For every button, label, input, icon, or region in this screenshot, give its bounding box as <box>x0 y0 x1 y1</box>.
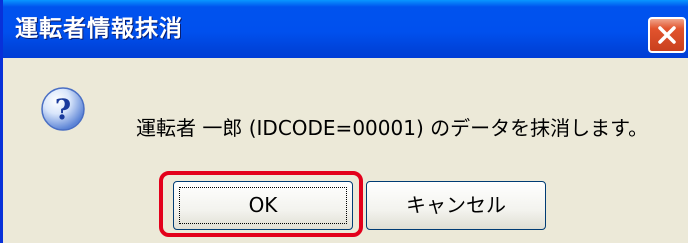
question-icon: ? <box>41 87 85 131</box>
cancel-button-label: キャンセル <box>406 193 506 217</box>
svg-text:?: ? <box>55 93 71 126</box>
dialog-title: 運転者情報抹消 <box>15 16 183 42</box>
dialog-window: 運転者情報抹消 ? 運転者 一郎 (IDCODE=00001) のデータを抹消し… <box>0 0 688 243</box>
close-icon <box>658 26 676 44</box>
cancel-button[interactable]: キャンセル <box>366 181 546 230</box>
close-button[interactable] <box>648 17 686 53</box>
title-bar[interactable]: 運転者情報抹消 <box>3 0 688 58</box>
highlight-annotation <box>159 171 363 237</box>
dialog-message: 運転者 一郎 (IDCODE=00001) のデータを抹消します。 <box>136 116 649 140</box>
